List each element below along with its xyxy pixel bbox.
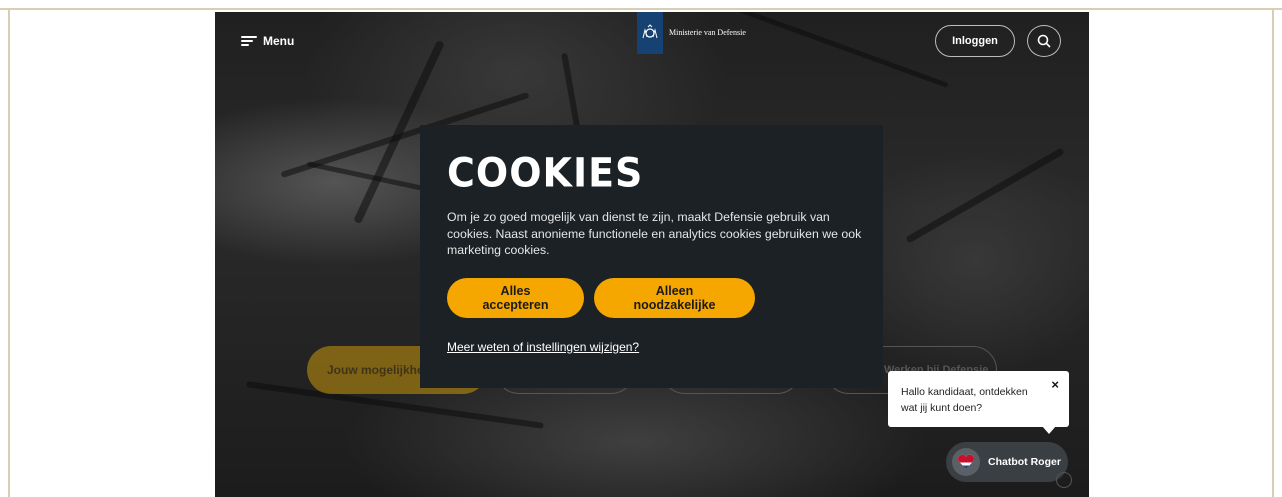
cookie-title: COOKIES <box>447 149 644 197</box>
search-button[interactable] <box>1027 25 1061 57</box>
menu-button[interactable]: Menu <box>241 34 294 48</box>
cookie-buttons: Alles accepteren Alleen noodzakelijke <box>447 277 856 318</box>
chatbot-avatar <box>952 448 980 476</box>
cookie-dialog: COOKIES Om je zo goed mogelijk van diens… <box>420 125 883 388</box>
browser-top-border <box>0 0 1282 10</box>
frame-right-border <box>1272 10 1274 497</box>
login-button[interactable]: Inloggen <box>935 25 1015 57</box>
flag-heart-icon <box>958 454 974 469</box>
hamburger-icon <box>241 36 257 46</box>
accept-all-button[interactable]: Alles accepteren <box>447 277 584 318</box>
chat-bubble-tail <box>1042 426 1056 434</box>
cookie-settings-link[interactable]: Meer weten of instellingen wijzigen? <box>447 340 639 354</box>
site-header: Menu Ministerie van Defensie Inloggen <box>215 12 1089 72</box>
chat-bubble-text: Hallo kandidaat, ontdekken wat jij kunt … <box>901 386 1028 414</box>
close-icon[interactable]: × <box>1051 377 1059 393</box>
logo-text: Ministerie van Defensie <box>669 28 746 37</box>
rijksoverheid-logo[interactable] <box>637 12 663 54</box>
tree-branch <box>905 147 1065 244</box>
chatbot-label: Chatbot Roger <box>988 456 1061 468</box>
pause-icon[interactable] <box>1056 472 1072 488</box>
menu-label: Menu <box>263 34 295 48</box>
chat-bubble[interactable]: Hallo kandidaat, ontdekken wat jij kunt … <box>888 371 1069 427</box>
chatbot-button[interactable]: Chatbot Roger <box>946 442 1068 482</box>
frame-left-border <box>8 10 10 497</box>
necessary-only-button[interactable]: Alleen noodzakelijke <box>594 277 755 318</box>
cookie-description: Om je zo goed mogelijk van dienst te zij… <box>447 210 862 257</box>
crest-icon <box>642 24 658 39</box>
search-icon <box>1037 34 1051 48</box>
